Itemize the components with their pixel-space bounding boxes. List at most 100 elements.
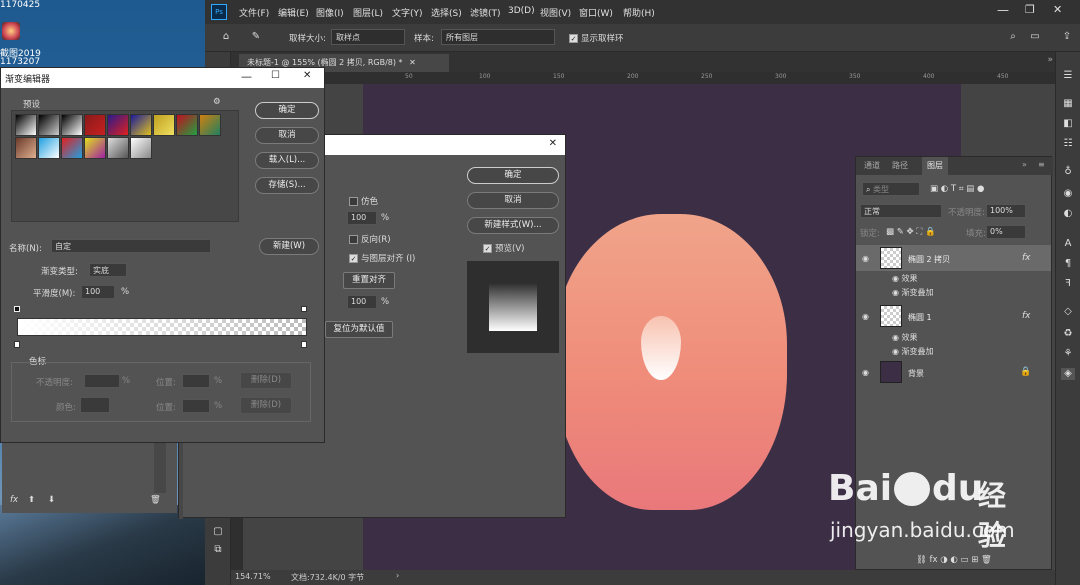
gradient-preview-bar[interactable] bbox=[17, 318, 307, 336]
sample-size-select[interactable]: 取样点 bbox=[331, 29, 405, 45]
actions-icon[interactable]: ♻ bbox=[1061, 328, 1075, 340]
color-stop-left[interactable] bbox=[14, 341, 20, 348]
maximize-icon[interactable]: ☐ bbox=[271, 70, 280, 81]
new-gradient-button[interactable]: 新建(W) bbox=[259, 238, 319, 255]
menu-edit[interactable]: 编辑(E) bbox=[278, 6, 309, 19]
new-style-button[interactable]: 新建样式(W)... bbox=[467, 217, 559, 234]
desktop-file-icon[interactable] bbox=[2, 22, 20, 40]
close-icon[interactable]: ✕ bbox=[303, 70, 311, 81]
fx-icon[interactable]: fx bbox=[1022, 311, 1031, 321]
close-icon[interactable]: ✕ bbox=[1053, 3, 1062, 16]
layer-kind-filter[interactable]: ⌕ 类型 bbox=[862, 182, 920, 196]
menu-window[interactable]: 窗口(W) bbox=[579, 6, 613, 19]
libraries-icon[interactable]: ◉ bbox=[1061, 188, 1075, 200]
layer-row-ellipse-1[interactable]: ◉ 椭圆 1 fx bbox=[856, 303, 1051, 329]
opacity-stop-left[interactable] bbox=[14, 306, 20, 312]
paths-icon[interactable]: ⚘ bbox=[1061, 348, 1075, 360]
grid-icon[interactable]: ▦ bbox=[1061, 98, 1075, 110]
tab-paths[interactable]: 路径 bbox=[892, 160, 908, 171]
reverse-checkbox[interactable]: 反向(R) bbox=[349, 233, 391, 245]
gradient-name-input[interactable]: 自定 bbox=[51, 239, 211, 253]
load-button[interactable]: 载入(L)... bbox=[255, 152, 319, 169]
filter-pixel-icon[interactable]: ▣ ◐ T ⌗ ▤ ● bbox=[930, 184, 984, 194]
ok-button[interactable]: 确定 bbox=[255, 102, 319, 119]
menu-help[interactable]: 帮助(H) bbox=[623, 6, 655, 19]
preview-checkbox[interactable]: ✓ 预览(V) bbox=[483, 242, 524, 254]
tab-channels[interactable]: 通道 bbox=[864, 160, 880, 171]
eyedropper-icon[interactable]: ✎ bbox=[249, 31, 263, 43]
presets-gear-icon[interactable]: ⚙ bbox=[213, 97, 221, 107]
color-icon[interactable]: ◐ bbox=[1061, 208, 1075, 220]
layers-icon[interactable]: ◈ bbox=[1061, 368, 1075, 380]
share-icon[interactable]: ⇪ bbox=[1060, 31, 1074, 43]
learn-icon[interactable]: ♁ bbox=[1061, 166, 1075, 178]
show-ring-checkbox[interactable]: ✓ 显示取样环 bbox=[569, 32, 624, 44]
minimize-icon[interactable]: — bbox=[997, 3, 1009, 17]
minimize-icon[interactable]: — bbox=[241, 70, 252, 83]
dither-checkbox[interactable]: 仿色 bbox=[349, 195, 378, 207]
scrollbar[interactable] bbox=[154, 443, 166, 493]
gradient-preset-swatch[interactable] bbox=[107, 137, 129, 159]
menu-3d[interactable]: 3D(D) bbox=[508, 6, 535, 16]
reset-alignment-button[interactable]: 重置对齐 bbox=[343, 272, 395, 289]
layer-row-background[interactable]: ◉ 背景 🔒 bbox=[856, 359, 1051, 385]
gradient-preset-swatch[interactable] bbox=[130, 114, 152, 136]
gradient-preset-swatch[interactable] bbox=[61, 137, 83, 159]
tab-close-icon[interactable]: ✕ bbox=[409, 58, 416, 67]
menu-type[interactable]: 文字(Y) bbox=[392, 6, 423, 19]
align-with-layer-checkbox[interactable]: ✓ 与图层对齐 (I) bbox=[349, 252, 415, 264]
trash-icon[interactable]: 🗑 bbox=[150, 495, 161, 505]
gradient-preset-swatch[interactable] bbox=[38, 114, 60, 136]
lock-icons[interactable]: ▩ ✎ ✥ ⛶ 🔒 bbox=[886, 227, 936, 237]
dialog-close-icon[interactable]: ✕ bbox=[549, 138, 557, 149]
blend-mode-select[interactable]: 正常 bbox=[860, 204, 942, 218]
visibility-eye-icon[interactable]: ◉ bbox=[862, 368, 869, 377]
layer-footer-icons[interactable]: ⛓ fx ◑ ◐ ▭ ⊞ 🗑 bbox=[916, 555, 992, 565]
scale-field[interactable]: 100 bbox=[347, 295, 377, 309]
effects-row[interactable]: ◉ 效果 bbox=[892, 332, 918, 343]
screen-mode-icon[interactable]: ▢ bbox=[211, 526, 225, 538]
panel-collapse-icon[interactable]: » bbox=[1022, 160, 1027, 169]
stop-location-field[interactable] bbox=[182, 399, 210, 413]
gradient-opacity-field[interactable]: 100 bbox=[347, 211, 377, 225]
panel-menu-icon[interactable]: ≡ bbox=[1038, 160, 1045, 169]
shapes-icon[interactable]: ◇ bbox=[1061, 306, 1075, 318]
frame-icon[interactable]: ⧉ bbox=[211, 544, 225, 556]
workspace-icon[interactable]: ▭ bbox=[1028, 31, 1042, 43]
history-icon[interactable]: ☰ bbox=[1061, 70, 1075, 82]
gradient-preset-swatch[interactable] bbox=[176, 114, 198, 136]
gradient-preset-swatch[interactable] bbox=[15, 114, 37, 136]
gradient-preset-swatch[interactable] bbox=[15, 137, 37, 159]
lock-icon[interactable]: 🔒 bbox=[1020, 367, 1031, 377]
visibility-eye-icon[interactable]: ◉ bbox=[862, 312, 869, 321]
ok-button[interactable]: 确定 bbox=[467, 167, 559, 184]
stop-color-swatch[interactable] bbox=[80, 397, 110, 413]
status-arrow-icon[interactable]: › bbox=[396, 571, 399, 580]
search-icon[interactable]: ⌕ bbox=[1006, 31, 1020, 43]
opacity-field[interactable]: 100% bbox=[986, 204, 1026, 218]
gradient-preset-swatch[interactable] bbox=[199, 114, 221, 136]
zoom-level[interactable]: 154.71% bbox=[235, 572, 271, 581]
paragraph-icon[interactable]: ¶ bbox=[1061, 258, 1075, 270]
cancel-button[interactable]: 取消 bbox=[255, 127, 319, 144]
menu-view[interactable]: 视图(V) bbox=[540, 6, 571, 19]
home-icon[interactable]: ⌂ bbox=[219, 31, 233, 43]
effects-row[interactable]: ◉ 效果 bbox=[892, 273, 918, 284]
menu-layer[interactable]: 图层(L) bbox=[353, 6, 383, 19]
visibility-eye-icon[interactable]: ◉ bbox=[862, 254, 869, 263]
properties-icon[interactable]: ☷ bbox=[1061, 138, 1075, 150]
stop-opacity-field[interactable] bbox=[84, 374, 120, 388]
opacity-stop-right[interactable] bbox=[301, 306, 307, 312]
save-button[interactable]: 存储(S)... bbox=[255, 177, 319, 194]
color-stop-right[interactable] bbox=[301, 341, 307, 348]
cancel-button[interactable]: 取消 bbox=[467, 192, 559, 209]
smoothness-field[interactable]: 100 bbox=[81, 285, 115, 299]
tab-overflow-icon[interactable]: » bbox=[1047, 55, 1053, 65]
effect-item-row[interactable]: ◉ 渐变叠加 bbox=[892, 287, 934, 298]
move-up-icon[interactable]: ⬆ bbox=[28, 495, 35, 505]
menu-filter[interactable]: 滤镜(T) bbox=[470, 6, 501, 19]
gradient-type-select[interactable]: 实底 bbox=[89, 263, 127, 277]
delete-color-stop-button[interactable]: 删除(D) bbox=[240, 397, 292, 414]
delete-opacity-stop-button[interactable]: 删除(D) bbox=[240, 372, 292, 389]
fx-icon[interactable]: fx bbox=[10, 495, 18, 505]
